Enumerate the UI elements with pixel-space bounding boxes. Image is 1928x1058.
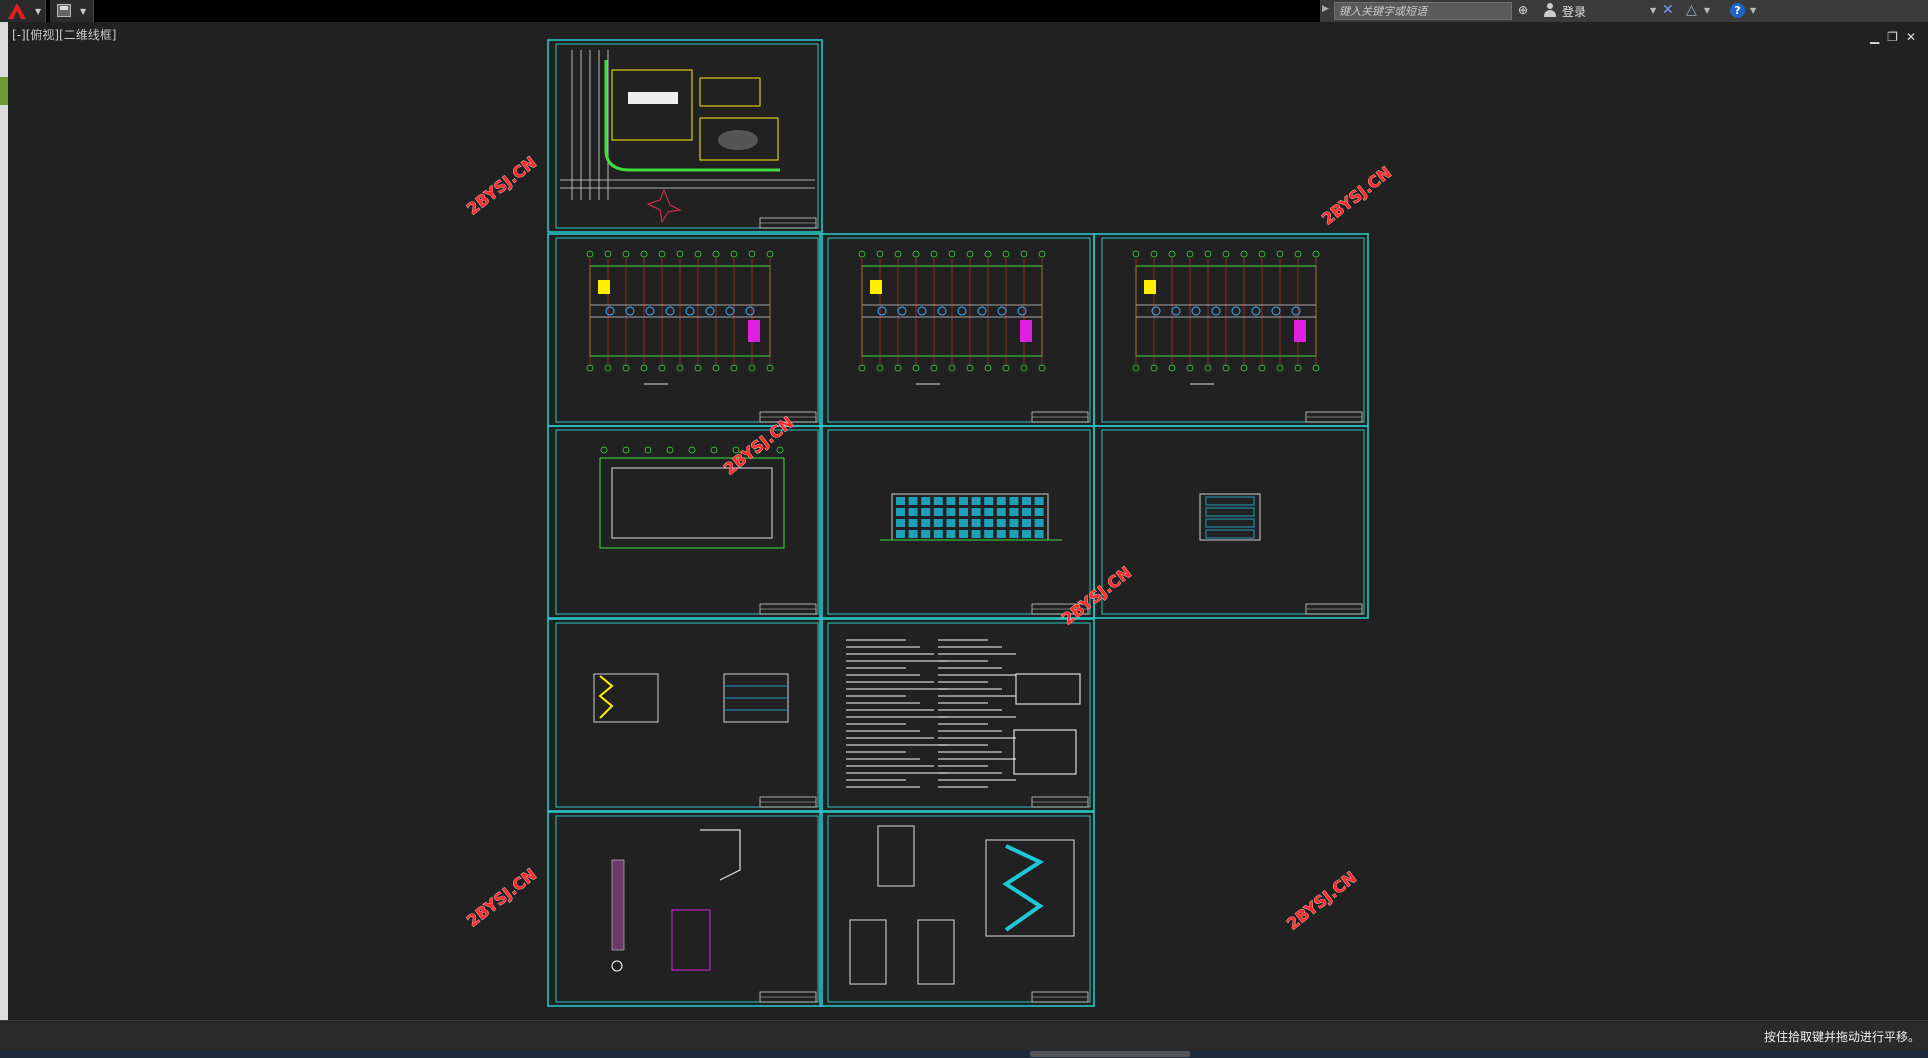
floor-plan-3-content: [1132, 250, 1320, 385]
stair-details-content: [849, 825, 1075, 985]
horizontal-scrollbar[interactable]: [0, 1050, 1928, 1058]
watermark-text: 2BYSJ.CN: [1318, 163, 1395, 229]
cad-sheets-layout: 2BYSJ.CN 2BYSJ.CN 2BYSJ.CN 2BYSJ.CN 2BYSJ.CN…: [463, 39, 1395, 1007]
section-views-content: [593, 673, 789, 723]
floor-plan-2-content: [858, 250, 1046, 385]
drawing-sheet-floor-plan-3[interactable]: [1093, 233, 1369, 427]
drawing-sheet-stair-details[interactable]: [819, 811, 1095, 1007]
drawing-sheet-front-elevation[interactable]: [819, 425, 1095, 619]
wall-details-content: [611, 829, 741, 972]
design-notes-content: [846, 639, 1081, 788]
watermark-text: 2BYSJ.CN: [463, 153, 540, 219]
status-bar: 按住拾取键并拖动进行平移。: [0, 1020, 1928, 1050]
floor-plan-1-content: [586, 250, 774, 385]
scrollbar-thumb[interactable]: [1030, 1051, 1190, 1057]
drawing-sheet-side-elevation[interactable]: [1093, 425, 1369, 619]
drawing-sheet-roof-plan[interactable]: [547, 425, 823, 619]
watermark-text: 2BYSJ.CN: [720, 413, 797, 479]
drawing-sheet-floor-plan-2[interactable]: [819, 233, 1095, 427]
site-plan-content: [560, 50, 815, 224]
roof-plan-content: [599, 446, 785, 549]
command-prompt-message: 按住拾取键并拖动进行平移。: [1763, 1030, 1920, 1044]
drawing-sheet-floor-plan-1[interactable]: [547, 233, 823, 427]
drawing-sheet-design-notes[interactable]: [819, 618, 1095, 812]
drawing-sheet-wall-details[interactable]: [547, 811, 823, 1007]
drawing-sheet-section-views[interactable]: [547, 618, 823, 812]
drawing-sheet-site-plan[interactable]: [547, 39, 823, 233]
front-elevation-content: [880, 493, 1062, 541]
watermark-text: 2BYSJ.CN: [463, 865, 540, 931]
watermark-text: 2BYSJ.CN: [1283, 868, 1360, 934]
side-elevation-content: [1199, 493, 1261, 541]
